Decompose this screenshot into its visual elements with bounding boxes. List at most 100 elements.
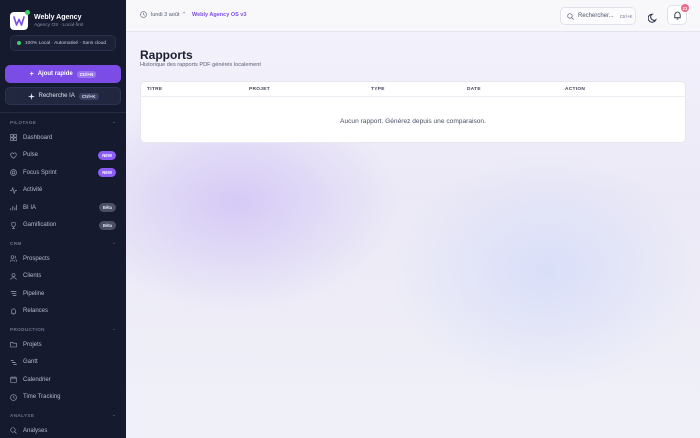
sidebar-item-label: Projets (23, 341, 42, 348)
activity-icon (10, 186, 17, 194)
brand[interactable]: Webly Agency Agency OS · Local-first (0, 0, 126, 32)
sidebar-item-pipeline[interactable]: Pipeline (0, 285, 126, 303)
column-header-type[interactable]: TYPE (371, 87, 385, 92)
search-icon (567, 12, 574, 20)
sidebar-item-activite[interactable]: Activité (0, 182, 126, 200)
calendar-icon (10, 376, 17, 384)
search-shortcut: Ctrl+K (619, 13, 633, 19)
online-dot (25, 10, 30, 15)
new-badge: NEW (98, 150, 116, 160)
sidebar-item-calendrier[interactable]: Calendrier (0, 371, 126, 389)
section-pilotage[interactable]: PILOTAGE ⌄ (0, 115, 126, 129)
sidebar-item-label: Gantt (23, 359, 38, 366)
quick-add-label: Ajout rapide (37, 71, 73, 77)
moon-icon (647, 13, 657, 23)
sidebar-item-projets[interactable]: Projets (0, 336, 126, 354)
sidebar-item-gamification[interactable]: Gamification Bêta (0, 217, 126, 235)
sidebar-item-dashboard[interactable]: Dashboard (0, 129, 126, 147)
bell-icon (673, 11, 681, 20)
search-icon (10, 427, 17, 435)
sidebar-item-label: Pipeline (23, 290, 45, 297)
clock-icon (140, 11, 147, 18)
quick-add-button[interactable]: + Ajout rapide Ctrl+N (5, 65, 121, 83)
status-text: 100% Local · Automatisé · Sans cloud (25, 40, 107, 46)
grid-icon (10, 134, 17, 142)
theme-toggle[interactable] (647, 10, 658, 28)
section-title: PILOTAGE (10, 119, 37, 125)
ai-search-label: Recherche IA (38, 93, 75, 99)
global-search[interactable]: Rechercher... Ctrl+K (560, 7, 636, 25)
sidebar-item-focus-sprint[interactable]: Focus Sprint NEW (0, 164, 126, 182)
notification-count-badge: 21 (681, 4, 689, 12)
page-subtitle: Historique des rapports PDF générés loca… (140, 62, 261, 68)
current-date: lundi 3 août (151, 11, 180, 18)
sidebar-item-label: Analyses (23, 427, 48, 434)
ai-search-button[interactable]: Recherche IA Ctrl+K (5, 87, 121, 105)
beta-badge: Bêta (98, 220, 116, 230)
new-badge: NEW (98, 168, 116, 178)
sidebar: Webly Agency Agency OS · Local-first 100… (0, 0, 126, 438)
bell-icon (10, 308, 17, 315)
sidebar-item-label: BI IA (23, 204, 37, 211)
section-analyse[interactable]: ANALYSE ⌄ (0, 408, 126, 422)
folder-icon (10, 341, 17, 348)
gantt-icon (10, 359, 17, 366)
notifications-button[interactable]: 21 (667, 4, 689, 25)
breadcrumb-separator: • (183, 11, 186, 17)
sidebar-item-label: Relances (23, 308, 49, 315)
section-title: CRM (10, 240, 22, 246)
sidebar-item-relances[interactable]: Relances (0, 303, 126, 321)
status-dot (17, 41, 21, 45)
sidebar-item-analyses[interactable]: Analyses (0, 422, 126, 438)
sidebar-item-gantt[interactable]: Gantt (0, 354, 126, 372)
sidebar-item-pulse[interactable]: Pulse NEW (0, 147, 126, 165)
search-placeholder: Rechercher... (578, 13, 614, 19)
pulse-icon (10, 152, 17, 159)
date-display: lundi 3 août (140, 11, 179, 18)
top-bar: lundi 3 août • Webly Agency OS v3 Recher… (126, 0, 700, 32)
plus-icon: + (29, 70, 34, 78)
sidebar-divider (0, 112, 126, 113)
brand-name: Webly Agency (34, 14, 82, 21)
trophy-icon (10, 222, 17, 229)
main-content: Rapports Historique des rapports PDF gén… (126, 32, 700, 438)
chevron-down-icon: ⌄ (111, 240, 116, 246)
ai-search-shortcut: Ctrl+K (78, 92, 99, 100)
user-icon (10, 272, 17, 280)
section-crm[interactable]: CRM ⌄ (0, 236, 126, 250)
sidebar-item-label: Time Tracking (23, 394, 61, 401)
section-title: ANALYSE (10, 412, 35, 418)
local-status: 100% Local · Automatisé · Sans cloud (10, 35, 116, 51)
page-title: Rapports (140, 48, 193, 62)
chart-icon (10, 204, 17, 211)
sidebar-item-label: Gamification (23, 222, 57, 229)
column-header-action[interactable]: ACTION (565, 87, 585, 92)
beta-badge: Bêta (98, 203, 116, 213)
reports-table: TITRE PROJET TYPE DATE ACTION Aucun rapp… (140, 81, 686, 143)
sidebar-item-bi-ia[interactable]: BI IA Bêta (0, 199, 126, 217)
chevron-down-icon: ⌄ (111, 326, 116, 332)
logo-w-icon (13, 16, 25, 26)
app-name: Webly Agency OS v3 (192, 12, 247, 18)
sidebar-item-label: Prospects (23, 255, 50, 262)
section-production[interactable]: PRODUCTION ⌄ (0, 322, 126, 336)
column-header-titre[interactable]: TITRE (147, 87, 162, 92)
sidebar-item-time-tracking[interactable]: Time Tracking (0, 389, 126, 407)
sidebar-item-label: Activité (23, 187, 43, 194)
sidebar-item-label: Pulse (23, 152, 39, 159)
sidebar-item-clients[interactable]: Clients (0, 268, 126, 286)
chevron-down-icon: ⌄ (111, 119, 116, 125)
brand-subtitle: Agency OS · Local-first (34, 23, 84, 28)
column-header-date[interactable]: DATE (467, 87, 481, 92)
users-icon (10, 255, 17, 262)
sidebar-item-prospects[interactable]: Prospects (0, 250, 126, 268)
sidebar-item-label: Calendrier (23, 376, 51, 383)
sidebar-item-label: Dashboard (23, 134, 53, 141)
column-header-projet[interactable]: PROJET (249, 87, 270, 92)
empty-state-message: Aucun rapport. Générez depuis une compar… (340, 118, 486, 125)
sidebar-item-label: Focus Sprint (23, 169, 57, 176)
pipeline-icon (10, 290, 17, 297)
sparkle-icon (27, 92, 35, 100)
target-icon (10, 169, 17, 177)
clock-icon (10, 393, 17, 401)
